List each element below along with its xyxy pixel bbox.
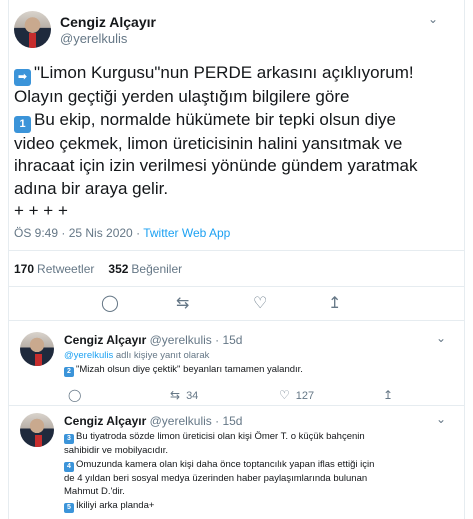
tweet-line: ihracaat için izin verilmesi yönünde gün… [14,156,418,175]
tweet-line: 1 Bu ekip, normalde hükümete bir tepki ol… [14,109,454,133]
reply-text: @yerelkulis adlı kişiye yanıt olarak 2 "M… [64,350,303,377]
divider [8,320,465,321]
reply-author[interactable]: Cengiz Alçayır @yerelkulis · 15d [64,333,242,347]
tweet-timestamp: ÖS 9:49 · 25 Nis 2020 · Twitter Web App [14,226,231,240]
tweet-text: ➡ "Limon Kurgusu"nun PERDE arkasını açıkl… [14,62,454,223]
reply-icon[interactable]: ◯ [68,388,87,402]
retweet-button[interactable]: ⇆ 34 [170,388,198,402]
author-avatar[interactable] [14,11,51,48]
reply-author[interactable]: Cengiz Alçayır @yerelkulis · 15d [64,414,242,428]
keycap-number-icon: 1 [14,115,31,133]
chevron-down-icon[interactable]: ⌄ [428,12,438,26]
keycap-number-icon: 3 [64,434,74,444]
tweet-line: video çekmek, limon üreticisinin halini … [14,133,403,153]
retweet-icon: ⇆ [170,388,181,402]
reply-tweet[interactable]: Cengiz Alçayır @yerelkulis · 15d ⌄ @yere… [8,325,465,403]
arrow-right-icon: ➡ [14,69,31,86]
share-icon[interactable]: ↥ [328,296,341,312]
keycap-number-icon: 2 [64,366,74,377]
reply-tweet[interactable]: Cengiz Alçayır @yerelkulis · 15d ⌄ 3 Bu t… [8,410,465,519]
timestamp[interactable]: ÖS 9:49 · 25 Nis 2020 [14,226,133,240]
reply-text: 3 Bu tiyatroda sözde limon üreticisi olan… [64,431,375,513]
retweet-icon[interactable]: ⇆ [176,296,189,312]
author-name[interactable]: Cengiz Alçayır [60,14,156,30]
chevron-down-icon[interactable]: ⌄ [436,331,446,345]
like-icon: ♡ [279,388,290,402]
tweet-line: + + + + [14,201,68,220]
source-link[interactable]: Twitter Web App [143,226,230,240]
like-count[interactable]: 352 [108,262,128,276]
like-button[interactable]: ♡ 127 [279,388,314,402]
divider [8,405,465,406]
chevron-down-icon[interactable]: ⌄ [436,412,446,426]
tweet-line: ➡ "Limon Kurgusu"nun PERDE arkasını açıkl… [14,62,454,86]
reply-avatar[interactable] [20,332,54,366]
tweet-actions: ◯ ⇆ ♡ ↥ [8,296,465,316]
retweets-label[interactable]: Retweetler [37,262,94,276]
reply-avatar[interactable] [20,413,54,447]
likes-label[interactable]: Beğeniler [131,262,182,276]
divider [8,286,465,287]
divider [8,250,465,251]
tweet-line: Olayın geçtiği yerden ulaştığım bilgiler… [14,87,350,106]
reply-icon[interactable]: ◯ [101,296,119,312]
keycap-number-icon: 4 [64,461,74,472]
like-icon[interactable]: ♡ [253,296,267,312]
tweet-stats: 170 Retweetler 352 Beğeniler [14,262,182,276]
reply-to-handle[interactable]: @yerelkulis [64,350,113,361]
tweet-line: adına bir araya gelir. [14,178,169,198]
retweet-count[interactable]: 170 [14,262,34,276]
share-icon[interactable]: ↥ [383,388,399,402]
keycap-number-icon: 5 [64,502,74,513]
author-handle[interactable]: @yerelkulis [60,31,127,46]
